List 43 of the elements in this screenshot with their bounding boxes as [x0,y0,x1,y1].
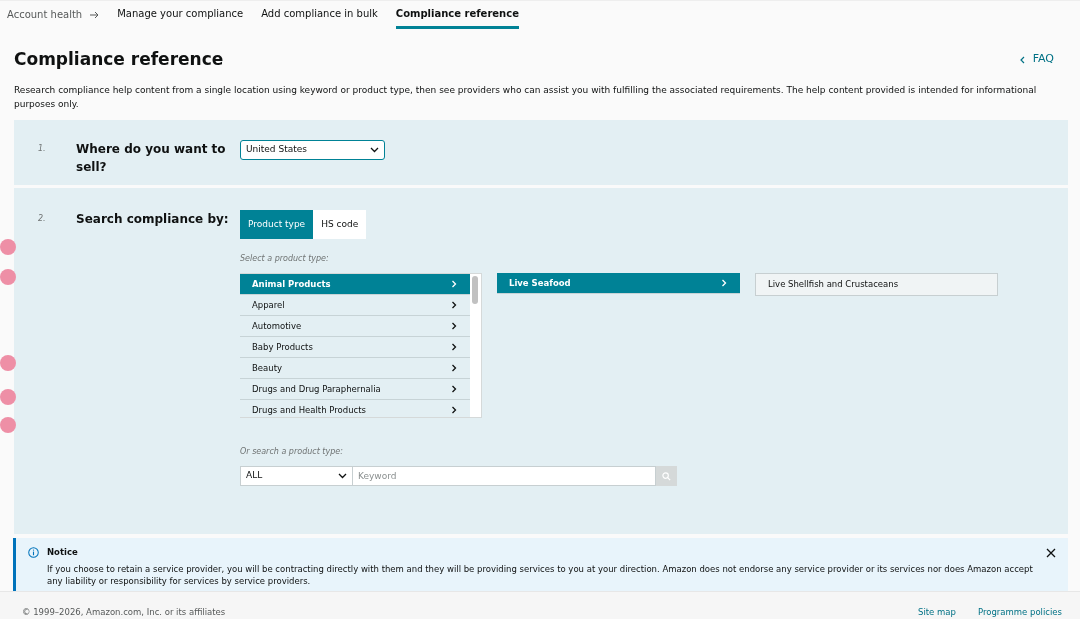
chevron-right-icon [450,385,458,393]
step-label: Where do you want to sell? [76,141,227,176]
nav-tab[interactable]: Manage your compliance [117,0,244,29]
scrollbar-thumb[interactable] [472,276,478,304]
notice-text: If you choose to retain a service provider, you will be contracting directly with them and they will be providing services to you at your direction. Amazon does not endorse any service provider or its services nor does Amazon accept any liability or responsibility for services by service providers. [47,562,1034,588]
page-description: Research compliance help content from a single location using keyword or product type, then see providers who can assist you with fulfilling the associated requirements. The help content provided is intended for informational purposes only. [13,84,1038,111]
nav-tab[interactable]: Add compliance in bulk [261,0,378,29]
chevron-right-icon [450,364,458,372]
step-number: 2. [37,213,47,225]
chevron-right-icon [450,406,458,414]
step-label: Search compliance by: [76,211,230,228]
caret-icon [338,473,347,479]
close-icon[interactable] [1046,546,1056,558]
keyword-field[interactable]: Keyword [353,466,656,486]
search-mode-toggle[interactable]: Product type [240,210,314,239]
chevron-right-icon [450,322,458,330]
search-mode-toggle[interactable]: HS code [313,210,367,239]
search-hint: Or search a product type: [240,446,344,458]
footer-link[interactable]: Programme policies [977,606,1062,619]
page-title: Compliance reference [14,49,224,70]
arrow-right-icon [90,10,100,19]
search-icon [662,471,671,481]
chevron-right-icon [450,301,458,309]
chevron-left-icon [1018,55,1025,64]
product-type-item[interactable]: Live Seafood [497,273,740,294]
copyright-text: © 1999–2026, Amazon.com, Inc. or its affiliates [22,606,226,619]
caret-icon [370,147,379,153]
info-icon [28,547,39,558]
step-number: 1. [37,143,47,155]
footer-link[interactable]: Site map [918,606,956,619]
chevron-right-icon [450,280,458,288]
category-dropdown[interactable]: ALL [240,466,353,486]
breadcrumb-link[interactable]: Account health [7,7,83,22]
chevron-right-icon [720,279,728,287]
search-button[interactable] [656,466,677,486]
product-type-item[interactable]: Live Shellfish and Crustaceans [755,273,998,296]
notice-title: Notice [47,546,79,559]
product-type-item[interactable]: Animal Products [240,274,470,295]
faq-link[interactable]: FAQ [1018,51,1054,68]
select-hint: Select a product type: [240,253,330,265]
nav-tab[interactable]: Compliance reference [395,0,519,29]
chevron-right-icon [450,343,458,351]
marketplace-dropdown[interactable]: United States [240,140,385,160]
